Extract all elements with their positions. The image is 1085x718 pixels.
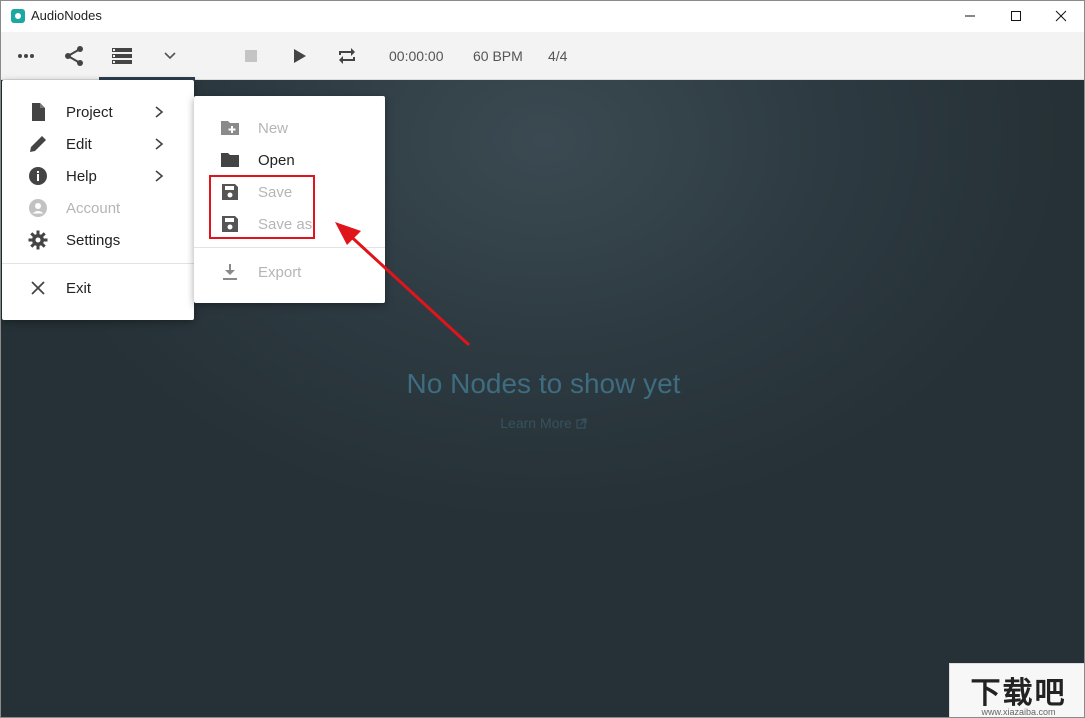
submenu-item-label: New xyxy=(258,120,289,137)
play-icon xyxy=(294,48,306,63)
menu-item-label: Account xyxy=(66,200,121,217)
app-logo-icon xyxy=(11,9,25,23)
main-menu: Project Edit Help Account Settings Exit xyxy=(2,80,194,320)
share-icon xyxy=(65,45,83,66)
stop-button[interactable] xyxy=(228,32,274,79)
menu-item-help[interactable]: Help xyxy=(2,160,194,192)
menu-item-exit[interactable]: Exit xyxy=(2,272,194,304)
stop-icon xyxy=(245,49,257,62)
learn-more-link[interactable]: Learn More xyxy=(1,415,1084,431)
watermark-text: 下载吧 xyxy=(970,677,1067,710)
chevron-right-icon xyxy=(155,170,164,182)
share-button[interactable] xyxy=(51,32,97,79)
pencil-icon xyxy=(30,136,46,152)
info-icon xyxy=(29,167,47,185)
chevron-down-icon xyxy=(164,51,176,59)
file-icon xyxy=(32,103,45,121)
more-menu-button[interactable] xyxy=(3,32,49,79)
menu-item-label: Exit xyxy=(66,280,92,297)
submenu-item-label: Export xyxy=(258,264,302,281)
loop-icon xyxy=(339,47,355,64)
maximize-button[interactable] xyxy=(993,1,1039,31)
submenu-item-open[interactable]: Open xyxy=(194,144,385,176)
more-dots-icon xyxy=(18,53,34,58)
menu-divider xyxy=(2,263,194,264)
minimize-button[interactable] xyxy=(947,1,993,31)
chevron-right-icon xyxy=(155,106,164,118)
bpm-display[interactable]: 60 BPM xyxy=(473,48,523,64)
expand-dropdown-button[interactable] xyxy=(147,32,193,79)
menu-item-project[interactable]: Project xyxy=(2,96,194,128)
menu-item-edit[interactable]: Edit xyxy=(2,128,194,160)
folder-icon xyxy=(221,153,239,167)
time-signature-display[interactable]: 4/4 xyxy=(548,48,567,64)
menu-item-label: Help xyxy=(66,168,97,185)
play-button[interactable] xyxy=(276,32,322,79)
gear-icon xyxy=(28,230,48,250)
download-icon xyxy=(223,264,237,280)
menu-item-label: Settings xyxy=(66,232,121,249)
list-icon xyxy=(112,47,132,64)
menu-item-label: Project xyxy=(66,104,113,121)
close-icon xyxy=(1055,10,1067,22)
empty-state-title: No Nodes to show yet xyxy=(406,368,681,399)
minimize-icon xyxy=(965,15,975,17)
learn-more-label: Learn More xyxy=(500,415,572,431)
menu-item-settings[interactable]: Settings xyxy=(2,224,194,256)
submenu-item-new[interactable]: New xyxy=(194,112,385,144)
external-link-icon xyxy=(576,418,587,429)
title-bar: AudioNodes xyxy=(1,1,1084,31)
app-window: AudioNodes 00:00:00 60 BPM 4/4 No Nodes … xyxy=(0,0,1085,718)
submenu-item-label: Open xyxy=(258,152,295,169)
chevron-right-icon xyxy=(155,138,164,150)
list-view-button[interactable] xyxy=(99,32,195,80)
close-button[interactable] xyxy=(1038,1,1084,31)
loop-button[interactable] xyxy=(324,32,370,79)
menu-item-account[interactable]: Account xyxy=(2,192,194,224)
annotation-highlight-box xyxy=(209,175,315,239)
menu-item-label: Edit xyxy=(66,136,92,153)
toolbar: 00:00:00 60 BPM 4/4 xyxy=(1,32,1084,80)
window-title: AudioNodes xyxy=(31,8,102,23)
time-display: 00:00:00 xyxy=(389,48,444,64)
account-icon xyxy=(29,199,47,217)
watermark-url: www.xiazaiba.com xyxy=(981,707,1056,717)
close-icon xyxy=(31,281,45,295)
maximize-icon xyxy=(1011,11,1021,21)
watermark: 下载吧 www.xiazaiba.com xyxy=(949,663,1084,717)
folder-plus-icon xyxy=(221,121,239,135)
annotation-arrow-icon xyxy=(335,222,471,347)
